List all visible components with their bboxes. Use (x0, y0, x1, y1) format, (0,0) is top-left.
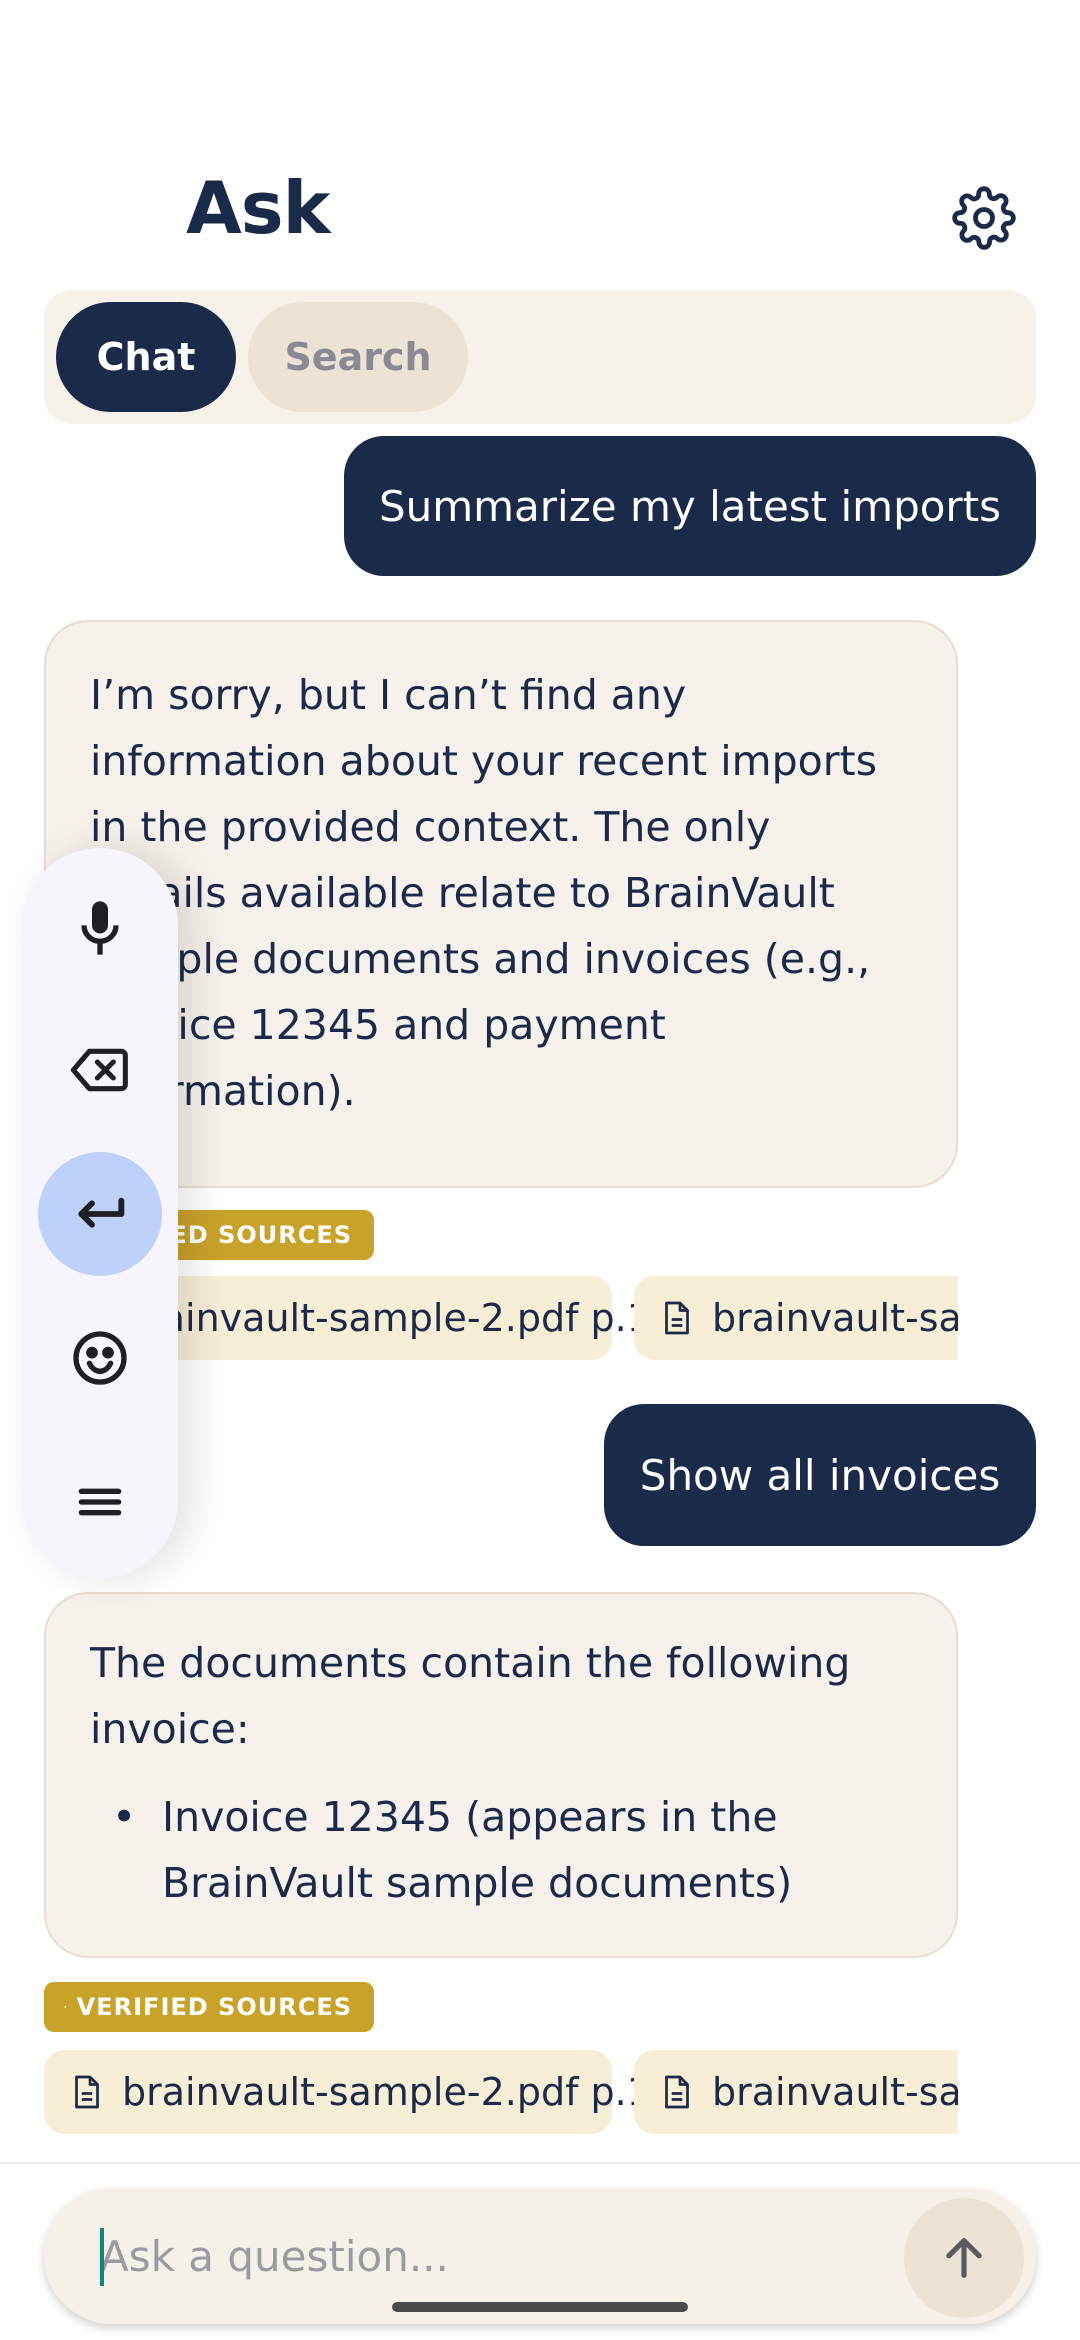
home-indicator (392, 2302, 688, 2312)
menu-icon (78, 1488, 122, 1516)
list-item: Invoice 12345 (appears in the BrainVault… (90, 1784, 912, 1916)
enter-button[interactable] (38, 1152, 162, 1276)
tab-search[interactable]: Search (248, 302, 468, 412)
menu-button[interactable] (38, 1440, 162, 1564)
shield-check-icon (64, 2005, 67, 2009)
verified-sources-label: VERIFIED SOURCES (76, 1993, 352, 2021)
gear-icon[interactable] (952, 186, 1016, 250)
assistant-message-text: I’m sorry, but I can’t find any informat… (90, 671, 877, 1115)
source-chip-row: brainvault-sample-2.pdf p.1 brainvault-s… (44, 1276, 958, 1360)
arrow-up-icon (946, 2238, 982, 2278)
user-message: Summarize my latest imports (344, 436, 1036, 576)
source-chip[interactable]: brainvault-sam (634, 2050, 958, 2134)
source-chip[interactable]: brainvault-sam (634, 1276, 958, 1360)
user-message: Show all invoices (604, 1404, 1036, 1546)
assistant-message: The documents contain the following invo… (44, 1592, 958, 1958)
microphone-icon (81, 901, 119, 955)
microphone-button[interactable] (38, 866, 162, 990)
source-chip-label: brainvault-sample-2.pdf p.1 (122, 1296, 651, 1340)
emoji-button[interactable] (38, 1296, 162, 1420)
emoji-icon (73, 1331, 127, 1385)
question-input[interactable] (100, 2224, 900, 2288)
text-caret (100, 2228, 104, 2286)
verified-sources-badge: VERIFIED SOURCES (44, 1982, 374, 2032)
floating-keyboard-toolbar (22, 848, 178, 1578)
source-chip-label: brainvault-sam (712, 1296, 958, 1340)
send-button[interactable] (904, 2198, 1024, 2318)
source-chip[interactable]: brainvault-sample-2.pdf p.1 (44, 2050, 651, 2134)
assistant-bullet-list: Invoice 12345 (appears in the BrainVault… (90, 1784, 912, 1916)
source-chip-label: brainvault-sample-2.pdf p.1 (122, 2070, 651, 2114)
tab-chat[interactable]: Chat (56, 302, 236, 412)
assistant-message-text: The documents contain the following invo… (90, 1639, 851, 1753)
composer-divider (0, 2162, 1080, 2164)
enter-icon (78, 1197, 125, 1228)
document-icon (665, 2075, 689, 2109)
backspace-icon (70, 1048, 128, 1092)
backspace-button[interactable] (38, 1008, 162, 1132)
mode-tabs: Chat Search (44, 290, 1036, 424)
source-chip-label: brainvault-sam (712, 2070, 958, 2114)
document-icon (75, 2075, 99, 2109)
page-title: Ask (186, 166, 330, 250)
assistant-message: I’m sorry, but I can’t find any informat… (44, 620, 958, 1188)
document-icon (665, 1301, 689, 1335)
source-chip-row: brainvault-sample-2.pdf p.1 brainvault-s… (44, 2050, 958, 2134)
